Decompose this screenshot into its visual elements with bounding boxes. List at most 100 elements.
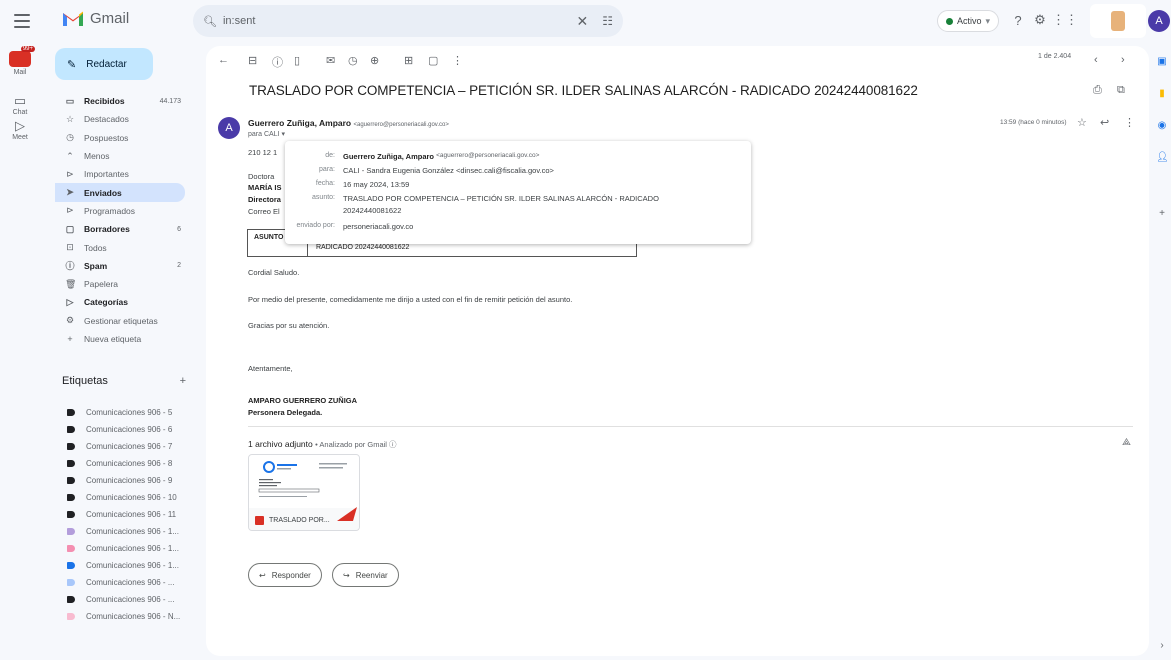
- sidebar-item-todos[interactable]: ⊡ Todos: [55, 238, 185, 256]
- label-item[interactable]: Comunicaciones 906 - 10: [55, 489, 185, 506]
- add-task-icon[interactable]: ⊕: [370, 54, 379, 67]
- expand-panel-icon[interactable]: ›: [1156, 640, 1168, 651]
- rail-mail-label: Mail: [13, 69, 27, 76]
- contacts-icon[interactable]: 👤︎: [1156, 152, 1169, 163]
- forward-button[interactable]: ↪ Reenviar: [332, 563, 399, 587]
- sidebar-item-menos[interactable]: ⌃ Menos: [55, 147, 185, 165]
- label-item[interactable]: Comunicaciones 906 - 1...: [55, 523, 185, 540]
- label-item[interactable]: Comunicaciones 906 - N...: [55, 608, 185, 625]
- calendar-icon[interactable]: ▣: [1156, 56, 1168, 67]
- label-item[interactable]: Comunicaciones 906 - 5: [55, 404, 185, 421]
- tasks-icon[interactable]: ◉: [1156, 120, 1168, 131]
- attachment-card[interactable]: TRASLADO POR...: [248, 454, 360, 531]
- label-name: Comunicaciones 906 - 1...: [86, 561, 179, 570]
- print-icon[interactable]: ⎙: [1093, 84, 1102, 97]
- compose-button[interactable]: ✎ Redactar: [55, 48, 153, 80]
- label-tag-icon: [67, 494, 75, 501]
- label-item[interactable]: Comunicaciones 906 - ...: [55, 574, 185, 591]
- open-new-window-icon[interactable]: ⧉: [1117, 84, 1125, 97]
- gear-icon[interactable]: ⚙: [1030, 10, 1050, 30]
- sidebar-item-importantes[interactable]: ⊳ Importantes: [55, 165, 185, 183]
- add-label-icon[interactable]: +: [180, 375, 186, 387]
- sidebar-item-nueva-etiqueta[interactable]: + Nueva etiqueta: [55, 330, 185, 348]
- help-icon[interactable]: ?: [1008, 10, 1028, 30]
- more-options-icon[interactable]: ⋮: [452, 54, 463, 67]
- label-item[interactable]: Comunicaciones 906 - 9: [55, 472, 185, 489]
- sidebar-item-borradores[interactable]: ▢ Borradores 6: [55, 220, 185, 238]
- main-menu-icon[interactable]: [14, 14, 30, 28]
- signature-title: Personera Delegada.: [248, 408, 323, 417]
- sidebar-item-enviados[interactable]: ➤ Enviados: [55, 183, 185, 202]
- archive-icon[interactable]: ⊟: [248, 54, 257, 67]
- sidebar-item-label: Importantes: [84, 169, 129, 180]
- popup-fecha-value: 16 may 2024, 13:59: [343, 180, 410, 189]
- sender-email: <aguerrero@personeriacali.gov.co>: [353, 122, 449, 128]
- delete-icon[interactable]: ▯: [294, 54, 300, 67]
- sidebar-item-papelera[interactable]: 🗑 Papelera: [55, 275, 185, 293]
- attachments-count: 1 archivo adjunto: [248, 439, 313, 449]
- label-tag-icon: [67, 596, 75, 603]
- report-spam-icon[interactable]: ⓘ: [272, 54, 283, 70]
- label-item[interactable]: Comunicaciones 906 - 1...: [55, 540, 185, 557]
- label-item[interactable]: Comunicaciones 906 - ...: [55, 591, 185, 608]
- search-bar[interactable]: 🔍︎ in:sent ✕ ☷: [193, 5, 623, 37]
- get-addons-icon[interactable]: +: [1156, 208, 1168, 219]
- asunto-value: RADICADO 20242440081622: [316, 244, 410, 251]
- sidebar-item-destacados[interactable]: ☆ Destacados: [55, 110, 185, 128]
- forward-label: Reenviar: [355, 570, 388, 580]
- label-item[interactable]: Comunicaciones 906 - 8: [55, 455, 185, 472]
- status-selector[interactable]: Activo ▾: [937, 10, 1000, 32]
- more-vert-icon[interactable]: ⋮: [1124, 116, 1135, 129]
- sidebar-item-pospuestos[interactable]: ◷ Pospuestos: [55, 129, 185, 147]
- pencil-icon: ✎: [67, 58, 77, 71]
- sidebar-item-label: Recibidos: [84, 96, 125, 107]
- keep-icon[interactable]: ▮: [1156, 88, 1168, 99]
- recipient-toggle[interactable]: para CALI ▾: [248, 130, 285, 138]
- account-avatar[interactable]: A: [1148, 10, 1170, 32]
- add-to-drive-icon[interactable]: ⟁: [1122, 437, 1131, 448]
- body-doctora: Doctora: [248, 172, 275, 181]
- reply-icon[interactable]: ↩: [1100, 116, 1109, 129]
- mark-unread-icon[interactable]: ✉: [326, 54, 335, 67]
- chevron-up-icon: ⌃: [66, 150, 74, 161]
- label-tag-icon: [67, 613, 75, 620]
- gmail-logo[interactable]: Gmail: [62, 10, 129, 27]
- star-icon: ☆: [65, 113, 75, 124]
- org-logo[interactable]: [1090, 4, 1146, 38]
- sidebar-item-programados[interactable]: ⊳ Programados: [55, 202, 185, 220]
- label-item[interactable]: Comunicaciones 906 - 7: [55, 438, 185, 455]
- compose-label: Redactar: [86, 58, 127, 70]
- next-page-icon[interactable]: ›: [1121, 54, 1125, 66]
- mail-badge: 99+: [20, 46, 35, 52]
- body-paragraph-1: Por medio del presente, comedidamente me…: [248, 295, 573, 304]
- reply-label: Responder: [271, 570, 311, 580]
- reply-button[interactable]: ↩ Responder: [248, 563, 322, 587]
- apps-grid-icon[interactable]: ⋮⋮: [1052, 10, 1078, 30]
- search-input[interactable]: in:sent: [223, 15, 571, 27]
- move-to-icon[interactable]: ⊞: [404, 54, 413, 67]
- sidebar-item-gestionar-etiquetas[interactable]: ⚙ Gestionar etiquetas: [55, 312, 185, 330]
- rail-meet[interactable]: ▷ Meet: [0, 118, 40, 141]
- search-icon[interactable]: 🔍︎: [203, 15, 217, 28]
- sidebar-item-label: Menos: [84, 151, 110, 162]
- clear-search-icon[interactable]: ✕: [577, 13, 589, 30]
- popup-fecha-key: fecha:: [315, 180, 335, 187]
- sidebar-item-categorías[interactable]: ▷ Categorías: [55, 293, 185, 311]
- sidebar-item-spam[interactable]: ⓘ Spam 2: [55, 257, 185, 275]
- label-item[interactable]: Comunicaciones 906 - 1...: [55, 557, 185, 574]
- attachment-file-name: TRASLADO POR...: [269, 516, 330, 524]
- rail-chat[interactable]: ▭ Chat: [0, 93, 40, 116]
- prev-page-icon[interactable]: ‹: [1094, 54, 1098, 66]
- label-item[interactable]: Comunicaciones 906 - 6: [55, 421, 185, 438]
- rail-mail[interactable]: 99+ Mail: [0, 46, 40, 76]
- back-arrow-icon[interactable]: ←: [218, 54, 229, 66]
- star-icon[interactable]: ☆: [1077, 116, 1087, 129]
- attachment-preview: [249, 455, 359, 508]
- search-options-icon[interactable]: ☷: [602, 14, 613, 28]
- sidebar-item-recibidos[interactable]: ▭ Recibidos 44.173: [55, 92, 185, 110]
- label-icon[interactable]: ▢: [428, 54, 438, 67]
- snooze-icon[interactable]: ◷: [348, 54, 358, 67]
- attachments-divider: [248, 426, 1133, 427]
- clock-icon: ◷: [66, 132, 74, 143]
- label-item[interactable]: Comunicaciones 906 - 11: [55, 506, 185, 523]
